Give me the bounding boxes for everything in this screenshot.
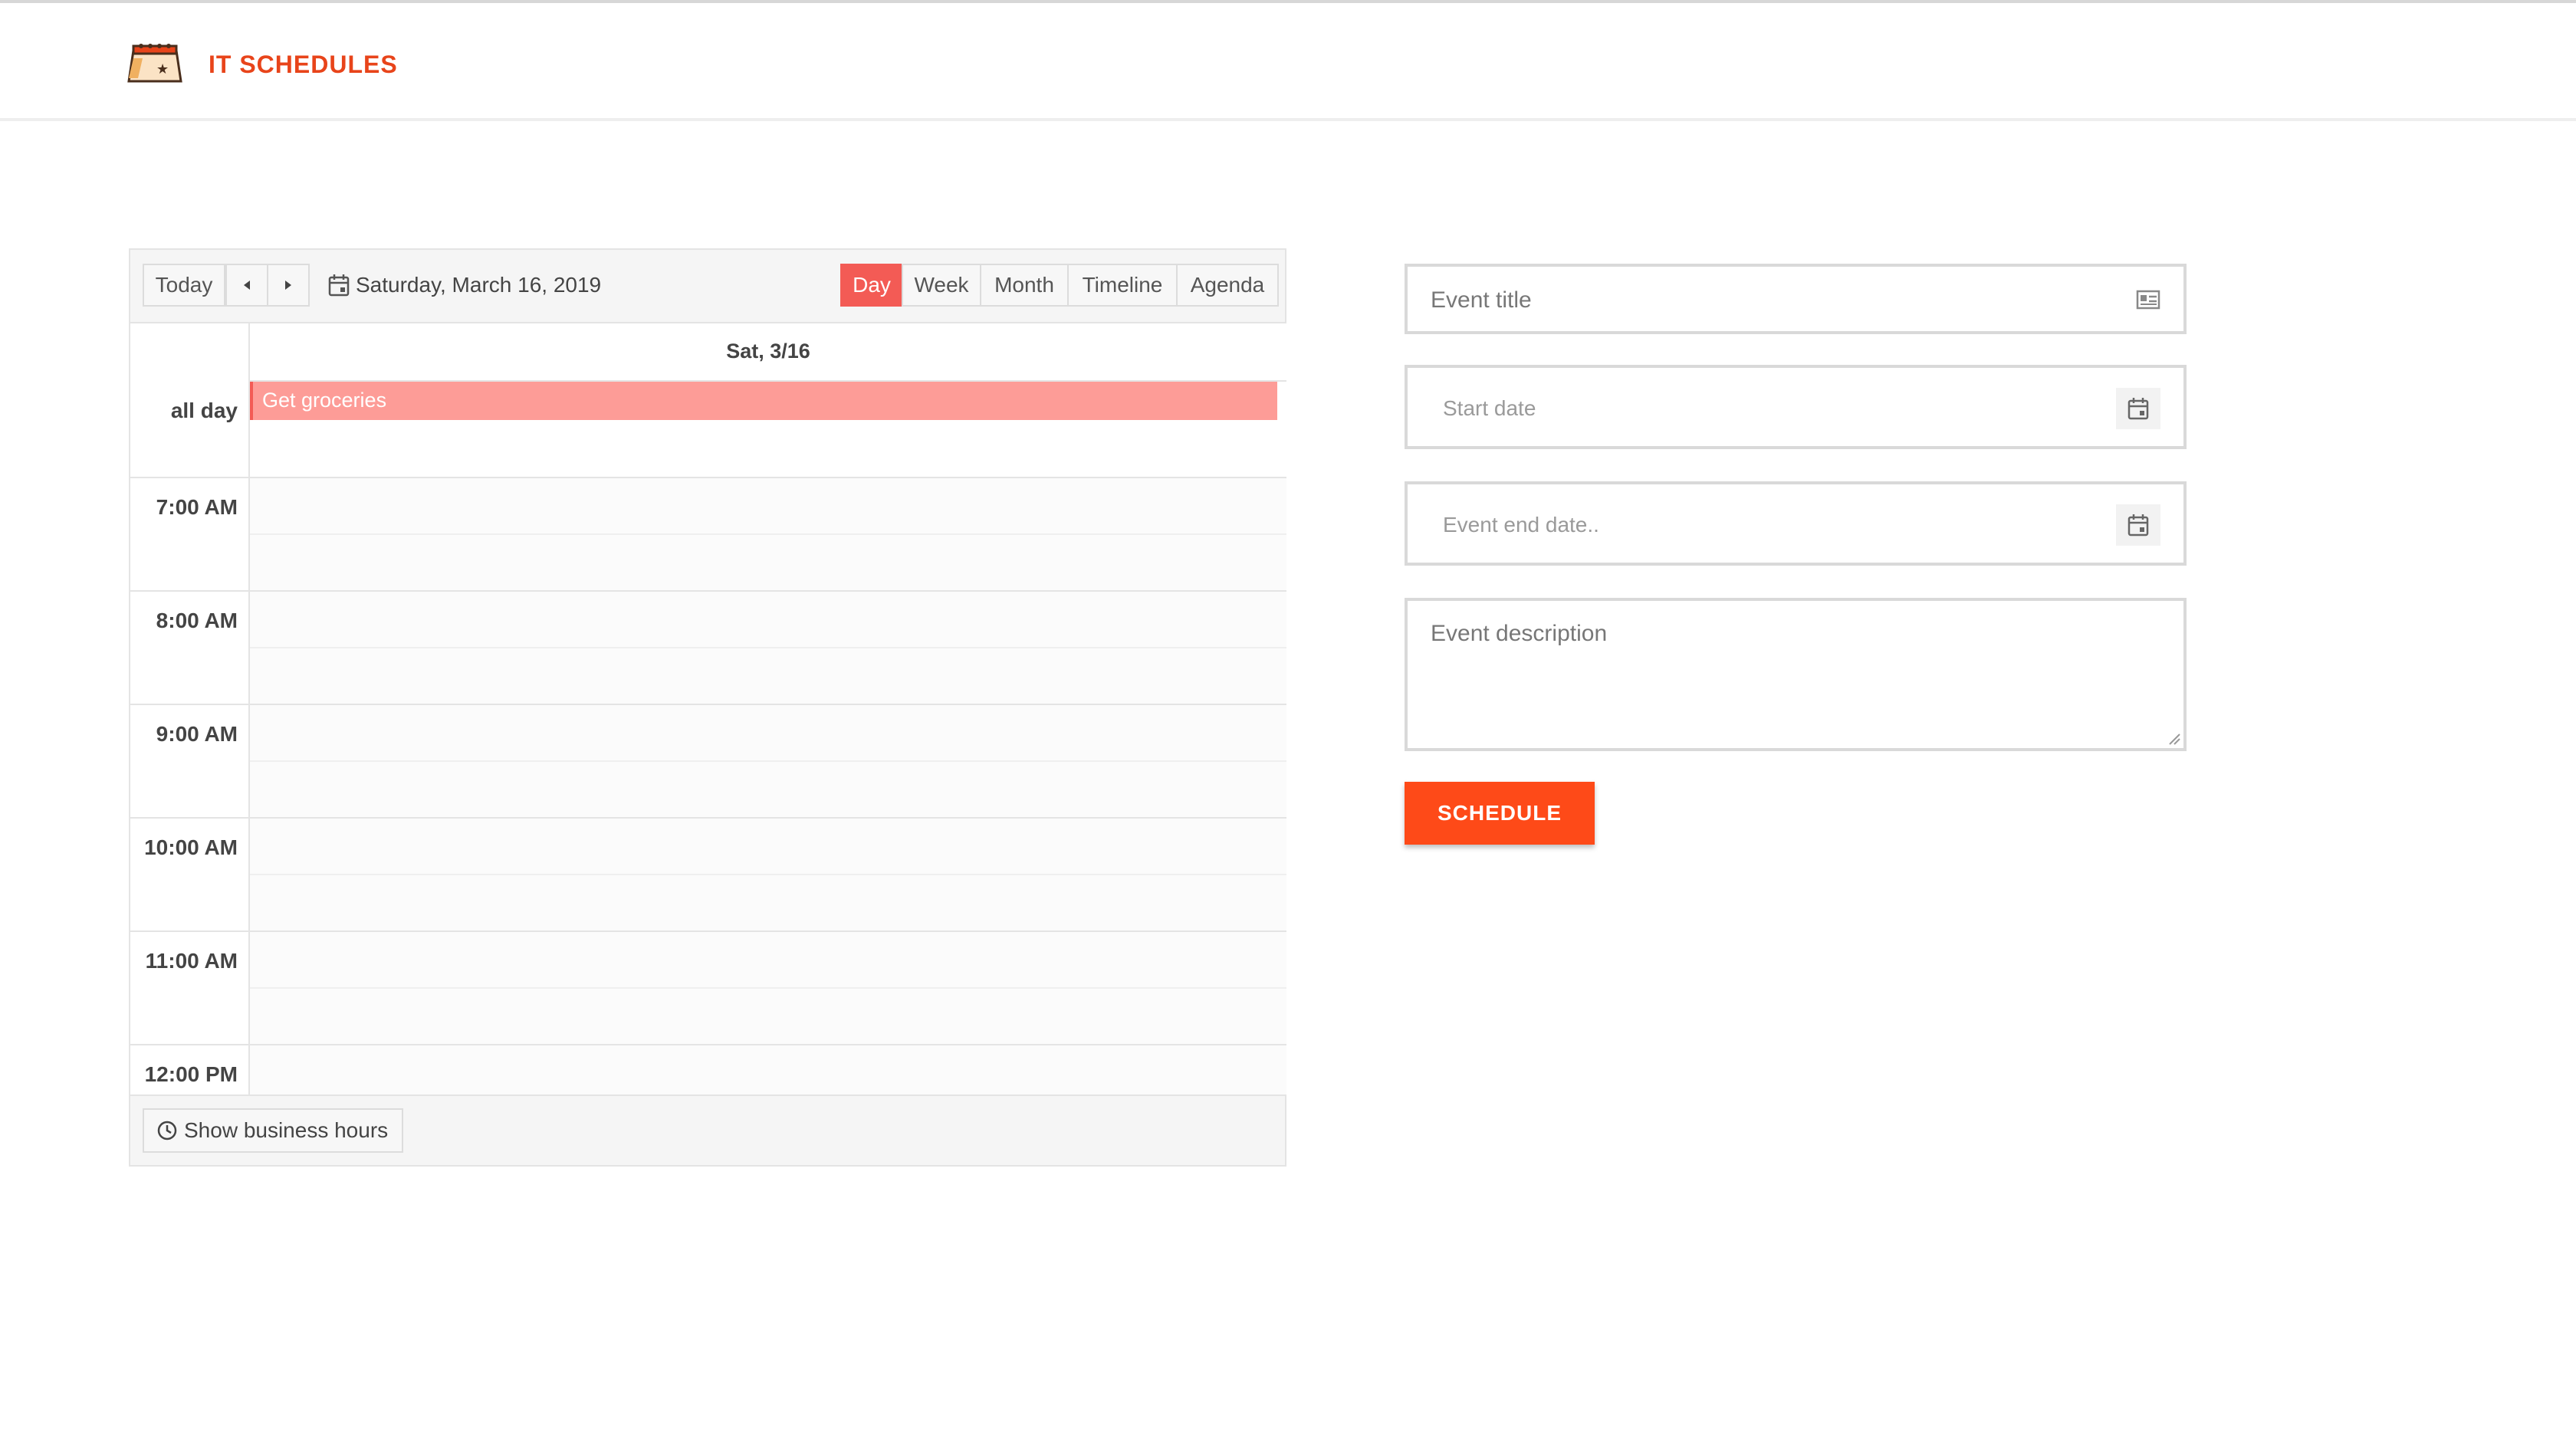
hour-row[interactable]: 10:00 AM — [130, 819, 1286, 932]
calendar-icon — [2128, 514, 2149, 537]
hour-row[interactable]: 8:00 AM — [130, 592, 1286, 705]
end-date-field — [1405, 481, 2187, 566]
hour-label: 11:00 AM — [145, 949, 238, 973]
all-day-label: all day — [170, 399, 238, 422]
hour-row[interactable]: 11:00 AM — [130, 932, 1286, 1045]
event-title-field — [1405, 264, 2187, 334]
view-tab-day[interactable]: Day — [840, 264, 903, 307]
hour-label: 9:00 AM — [156, 722, 238, 746]
start-date-picker-button[interactable] — [2116, 388, 2160, 429]
svg-text:★: ★ — [156, 61, 169, 77]
view-tab-timeline[interactable]: Timeline — [1067, 264, 1178, 307]
day-header: Sat, 3/16 — [250, 323, 1286, 382]
scheduler: Today Saturday, March 16, 2019 Day Week … — [129, 248, 1286, 1167]
event-title-input[interactable] — [1429, 281, 2107, 320]
previous-button[interactable] — [225, 264, 268, 307]
calendar-logo-icon: ★ — [127, 44, 182, 83]
hour-label: 10:00 AM — [144, 835, 238, 859]
hour-label: 8:00 AM — [156, 609, 238, 632]
schedule-button[interactable]: SCHEDULE — [1405, 782, 1595, 845]
calendar-icon — [328, 274, 350, 296]
hour-label: 12:00 PM — [144, 1062, 238, 1086]
view-tab-agenda[interactable]: Agenda — [1176, 264, 1279, 307]
half-hour-line — [250, 760, 1286, 762]
triangle-left-icon — [244, 280, 250, 290]
hour-label: 7:00 AM — [156, 495, 238, 519]
start-date-input[interactable] — [1441, 389, 2073, 428]
event-description-input[interactable] — [1429, 619, 2160, 737]
triangle-right-icon — [285, 280, 291, 290]
end-date-picker-button[interactable] — [2116, 504, 2160, 546]
all-day-event[interactable]: Get groceries — [250, 382, 1277, 420]
date-picker-label[interactable]: Saturday, March 16, 2019 — [328, 264, 601, 307]
resize-handle-icon[interactable] — [2167, 731, 2180, 745]
id-card-icon — [2136, 290, 2160, 310]
clock-icon — [157, 1121, 177, 1140]
next-button[interactable] — [267, 264, 310, 307]
half-hour-line — [250, 647, 1286, 648]
end-date-input[interactable] — [1441, 506, 2073, 544]
hour-row[interactable]: 12:00 PM — [130, 1045, 1286, 1094]
app-header: ★ IT SCHEDULES — [0, 3, 2576, 121]
half-hour-line — [250, 874, 1286, 875]
view-tab-month[interactable]: Month — [980, 264, 1069, 307]
today-button[interactable]: Today — [143, 264, 225, 307]
scheduler-toolbar: Today Saturday, March 16, 2019 Day Week … — [130, 250, 1285, 322]
calendar-icon — [2128, 398, 2149, 420]
half-hour-line — [250, 987, 1286, 989]
show-business-hours-button[interactable]: Show business hours — [143, 1108, 403, 1153]
event-description-field — [1405, 598, 2187, 751]
half-hour-line — [250, 533, 1286, 535]
all-day-row[interactable]: all day Get groceries — [130, 382, 1286, 478]
start-date-field — [1405, 365, 2187, 449]
date-label-text: Saturday, March 16, 2019 — [356, 273, 602, 297]
hour-row[interactable]: 7:00 AM — [130, 478, 1286, 592]
business-hours-label: Show business hours — [184, 1118, 389, 1142]
brand-title[interactable]: IT SCHEDULES — [209, 51, 398, 79]
time-slot[interactable] — [250, 1045, 1286, 1094]
scheduler-footer: Show business hours — [130, 1096, 1285, 1167]
day-grid: Sat, 3/16 all day Get groceries 7:00 AM … — [130, 322, 1286, 1096]
view-tab-week[interactable]: Week — [902, 264, 981, 307]
hour-row[interactable]: 9:00 AM — [130, 705, 1286, 819]
